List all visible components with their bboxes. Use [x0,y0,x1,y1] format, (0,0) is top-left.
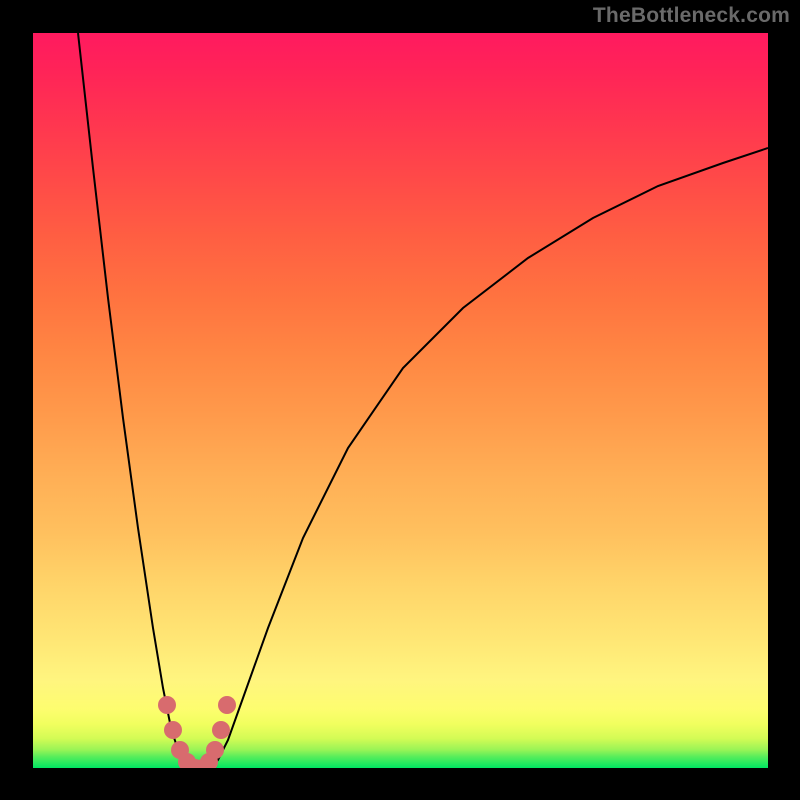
watermark-text: TheBottleneck.com [593,4,790,28]
min-dot [212,721,230,739]
min-dot [206,741,224,759]
curve-left-branch [78,33,189,768]
min-dot [218,696,236,714]
curve-right-branch [211,148,768,768]
plot-area [33,33,768,768]
chart-frame: TheBottleneck.com [0,0,800,800]
min-dot [158,696,176,714]
min-region-dots [158,696,236,768]
min-dot [164,721,182,739]
curve-layer [33,33,768,768]
